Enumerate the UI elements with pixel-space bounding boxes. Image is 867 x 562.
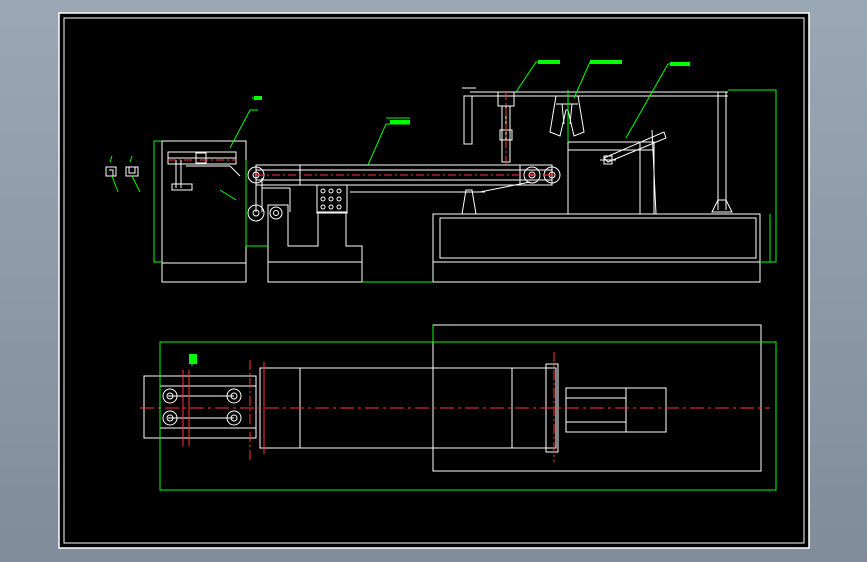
drawing-sheet	[58, 12, 810, 549]
cad-drawing[interactable]	[0, 0, 867, 562]
top-leader-tag	[189, 354, 197, 364]
